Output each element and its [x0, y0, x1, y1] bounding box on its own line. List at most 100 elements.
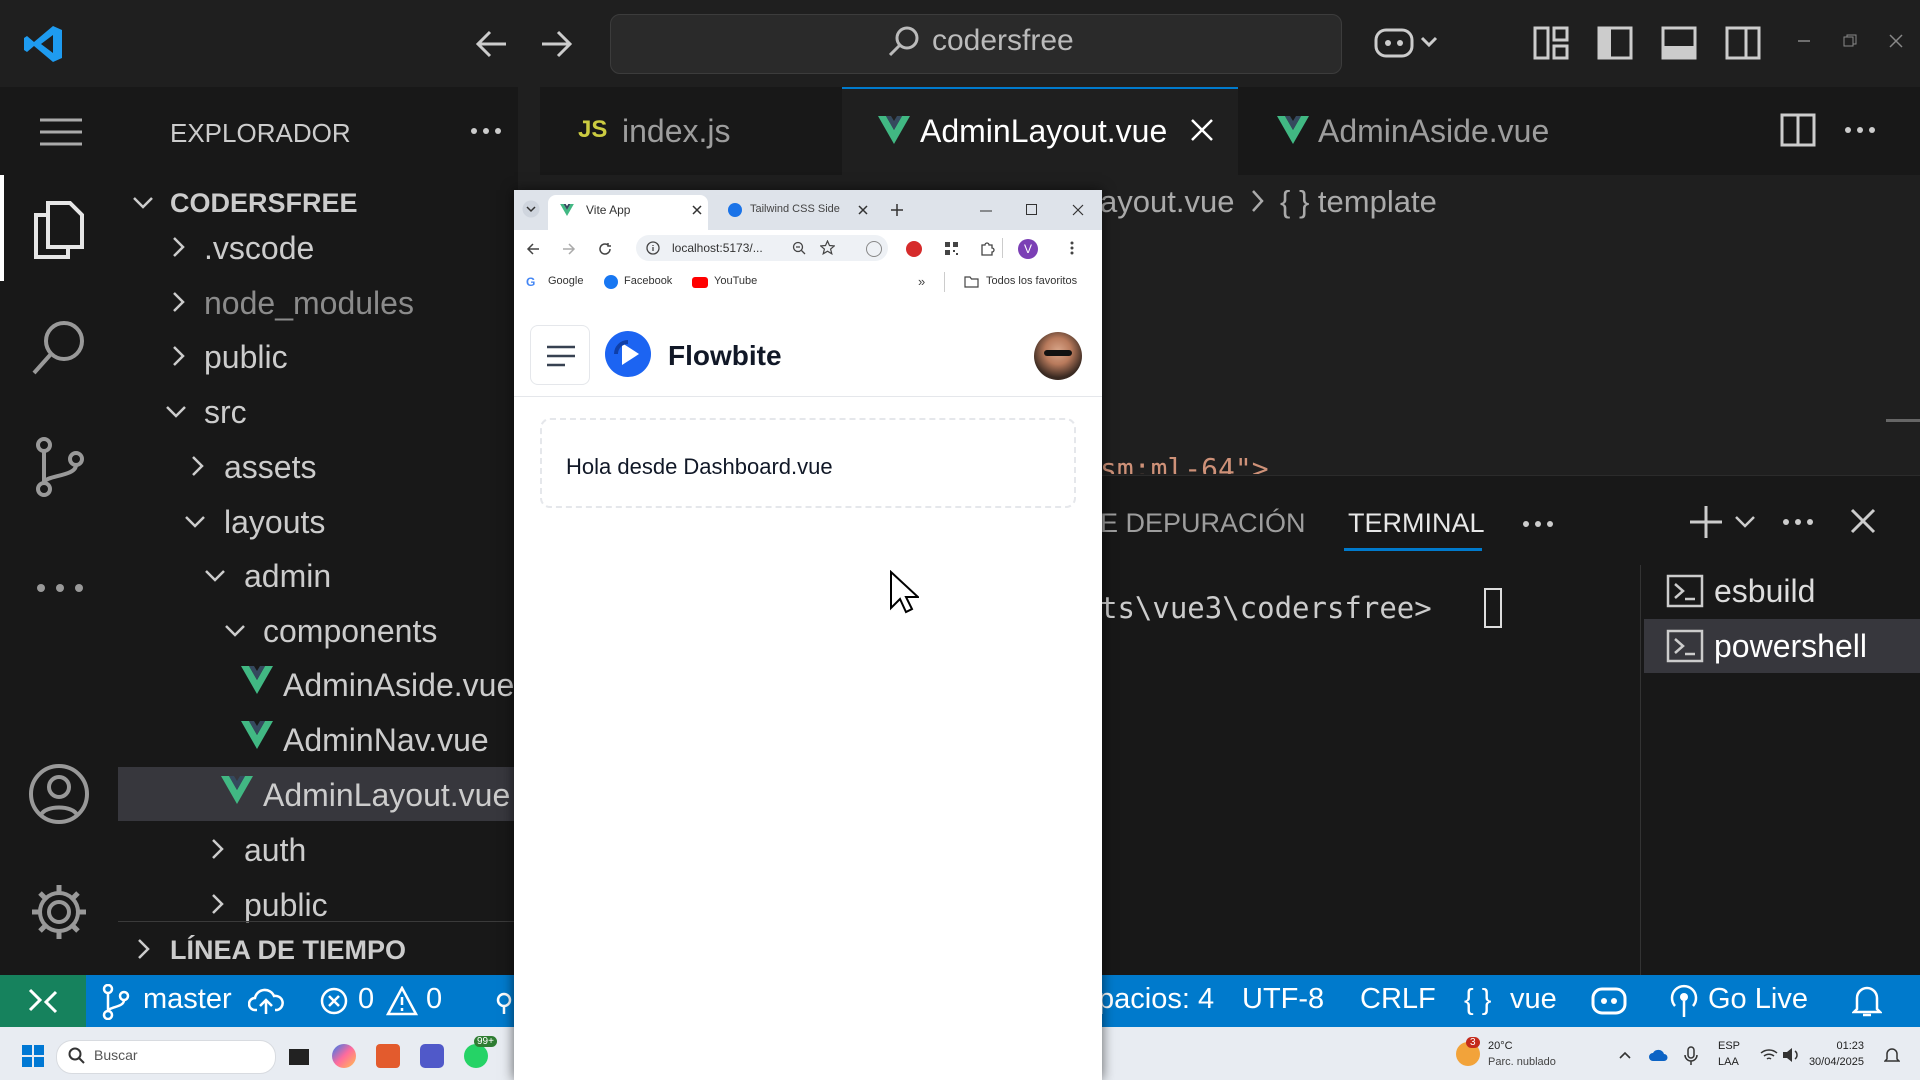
chevron-right-icon[interactable]	[167, 345, 189, 367]
user-avatar[interactable]	[1034, 332, 1082, 380]
copilot-status-icon[interactable]	[1590, 984, 1628, 1016]
tree-item-vscode[interactable]: .vscode	[204, 230, 314, 267]
tree-item-assets[interactable]: assets	[224, 449, 316, 486]
terminal-item-powershell[interactable]: powershell	[1714, 628, 1867, 665]
toggle-secondary-sidebar-icon[interactable]	[1724, 24, 1762, 62]
close-window-icon[interactable]	[1072, 204, 1084, 216]
bookmark-facebook[interactable]: Facebook	[624, 275, 672, 287]
address-url[interactable]: localhost:5173/...	[672, 241, 763, 255]
input-layout[interactable]: LAA	[1718, 1056, 1739, 1068]
browser-menu-icon[interactable]	[1070, 241, 1074, 255]
notifications-bell-icon[interactable]	[1852, 984, 1882, 1018]
tab-debug-console[interactable]: E DEPURACIÓN	[1100, 508, 1306, 539]
tree-item-components[interactable]: components	[263, 613, 437, 650]
clock-time[interactable]: 01:23	[1816, 1040, 1864, 1052]
terminal-item-esbuild[interactable]: esbuild	[1714, 573, 1815, 610]
tree-item-adminnav[interactable]: AdminNav.vue	[283, 722, 489, 759]
panel-more-icon[interactable]	[1782, 518, 1814, 526]
error-count[interactable]: 0	[358, 983, 374, 1016]
editor-more-icon[interactable]	[1844, 126, 1876, 134]
customize-layout-icon[interactable]	[1532, 24, 1570, 62]
toggle-panel-icon[interactable]	[1660, 24, 1698, 62]
back-arrow-icon[interactable]	[526, 242, 540, 256]
new-terminal-plus-icon[interactable]	[1688, 504, 1724, 540]
chevron-down-icon[interactable]	[184, 510, 206, 532]
windows-start-icon[interactable]	[22, 1045, 44, 1067]
encoding[interactable]: UTF-8	[1242, 983, 1324, 1016]
qr-extension-icon[interactable]	[944, 241, 959, 256]
task-view-icon[interactable]	[288, 1046, 310, 1068]
maximize-icon[interactable]	[1026, 204, 1037, 215]
panel-more-tabs-icon[interactable]	[1522, 520, 1554, 528]
new-tab-plus-icon[interactable]	[890, 203, 904, 217]
chevron-up-icon[interactable]	[1618, 1050, 1632, 1060]
copilot-app-icon[interactable]	[332, 1044, 356, 1068]
tree-item-public[interactable]: public	[204, 339, 288, 376]
go-live-button[interactable]: Go Live	[1708, 983, 1808, 1016]
git-branch[interactable]: master	[143, 983, 232, 1016]
minimap-slider[interactable]	[1886, 419, 1920, 422]
ports-icon[interactable]	[494, 990, 514, 1014]
chevron-right-icon[interactable]	[167, 291, 189, 313]
chevron-right-icon[interactable]	[186, 455, 208, 477]
end-of-line[interactable]: CRLF	[1360, 983, 1436, 1016]
extension-icon[interactable]	[866, 241, 882, 257]
adblock-extension-icon[interactable]	[906, 241, 922, 257]
chevron-right-icon[interactable]	[167, 236, 189, 258]
taskbar-search[interactable]	[56, 1040, 276, 1074]
tree-item-admin[interactable]: admin	[244, 558, 331, 595]
brand-name[interactable]: Flowbite	[668, 340, 782, 372]
chevron-right-icon[interactable]	[132, 938, 154, 960]
search-view-icon[interactable]	[30, 317, 90, 377]
chevron-down-icon[interactable]	[132, 191, 154, 213]
minimize-icon[interactable]	[980, 210, 992, 212]
account-icon[interactable]	[28, 763, 90, 825]
tree-item-src[interactable]: src	[204, 394, 247, 431]
close-window-icon[interactable]	[1889, 34, 1903, 48]
breadcrumb-file[interactable]: ayout.vue	[1100, 184, 1234, 220]
app-icon[interactable]	[376, 1044, 400, 1068]
tree-item-node-modules[interactable]: node_modules	[204, 285, 414, 322]
close-panel-icon[interactable]	[1850, 508, 1876, 534]
chevron-down-icon[interactable]	[1734, 514, 1756, 530]
explorer-more-icon[interactable]	[470, 127, 502, 135]
settings-gear-icon[interactable]	[28, 881, 90, 943]
tree-item-adminaside[interactable]: AdminAside.vue	[283, 667, 514, 704]
indentation[interactable]: pacios: 4	[1098, 983, 1214, 1016]
menu-icon[interactable]	[40, 117, 82, 147]
wifi-icon[interactable]	[1760, 1048, 1778, 1062]
forward-arrow-icon[interactable]	[562, 242, 576, 256]
project-root[interactable]: CODERSFREE	[170, 188, 358, 219]
teams-icon[interactable]	[420, 1044, 444, 1068]
whatsapp-icon[interactable]	[464, 1044, 488, 1068]
flowbite-logo-icon[interactable]	[604, 330, 652, 378]
onedrive-cloud-icon[interactable]	[1648, 1048, 1668, 1062]
copilot-icon[interactable]	[1372, 22, 1442, 62]
close-tab-icon[interactable]	[1190, 118, 1214, 142]
restore-icon[interactable]	[1843, 34, 1857, 48]
close-tab-icon[interactable]	[858, 205, 868, 215]
cloud-sync-icon[interactable]	[248, 986, 284, 1016]
input-language[interactable]: ESP	[1718, 1040, 1740, 1052]
timeline-section[interactable]: LÍNEA DE TIEMPO	[170, 935, 406, 966]
zoom-icon[interactable]	[792, 241, 806, 255]
site-info-icon[interactable]	[646, 241, 660, 255]
more-views-icon[interactable]	[36, 583, 84, 593]
extensions-puzzle-icon[interactable]	[980, 241, 995, 256]
forward-arrow-icon[interactable]	[538, 26, 574, 62]
clock-date[interactable]: 30/04/2025	[1806, 1056, 1864, 1068]
chevron-down-icon[interactable]	[204, 564, 226, 586]
chevron-right-icon[interactable]	[206, 838, 228, 860]
breadcrumb-symbol[interactable]: { } template	[1280, 184, 1437, 220]
chevron-right-icon[interactable]	[206, 893, 228, 915]
close-tab-icon[interactable]	[692, 205, 702, 215]
notification-center-icon[interactable]	[1884, 1046, 1900, 1064]
chevron-down-icon[interactable]	[224, 619, 246, 641]
bookmark-youtube[interactable]: YouTube	[714, 275, 757, 287]
split-editor-icon[interactable]	[1780, 112, 1816, 148]
minimize-icon[interactable]	[1797, 34, 1811, 48]
bookmark-google[interactable]: Google	[548, 275, 583, 287]
tab-terminal[interactable]: TERMINAL	[1348, 508, 1485, 539]
tree-item-layouts[interactable]: layouts	[224, 504, 325, 541]
explorer-files-icon[interactable]	[30, 199, 88, 261]
